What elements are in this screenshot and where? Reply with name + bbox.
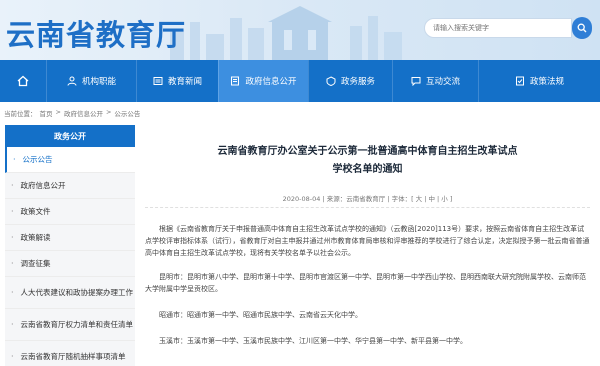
nav-item-policy[interactable]: 政策法规 [478, 60, 600, 102]
site-header: 云南省教育厅 [0, 0, 600, 60]
policy-icon [515, 76, 524, 86]
meta-separator: | [387, 195, 390, 203]
info-icon [231, 76, 240, 86]
breadcrumb: 当前位置： 首页 > 政府信息公开 > 公示公告 [4, 108, 140, 118]
sidebar-item-label: 政府信息公开 [20, 180, 66, 190]
search-input[interactable] [424, 18, 572, 38]
nav-item-label: 机构职能 [81, 77, 116, 87]
bullet-icon: · [11, 233, 14, 242]
article-meta: 2020-08-04 | 来源：云南省教育厅 | 字体：[ 大 | 中 | 小 … [145, 193, 590, 203]
article-paragraph: 昆明市：昆明市第八中学、昆明市第十中学、昆明市官渡区第一中学、昆明市第一中学西山… [145, 273, 586, 293]
sidebar-item-label: 政策文件 [20, 206, 51, 216]
article-paragraph: 根据《云南省教育厅关于申报普通高中体育自主招生改革试点学校的通知》（云教函[20… [145, 225, 590, 257]
sidebar-item-label: 人大代表建议和政协提案办理工作 [20, 287, 134, 297]
font-size-switcher[interactable]: 字体：[ 大 | 中 | 小 ] [392, 195, 453, 203]
nav-item-label: 教育新闻 [167, 77, 202, 87]
sidebar-item-policy-interpretation[interactable]: · 政策解读 [5, 225, 135, 251]
nav-item-service[interactable]: 政务服务 [308, 60, 392, 102]
nav-item-label: 政策法规 [529, 77, 564, 87]
bullet-icon: · [13, 155, 16, 164]
article-title: 云南省教育厅办公室关于公示第一批普通高中体育自主招生改革试点 学校名单的通知 [145, 143, 590, 179]
search-button[interactable] [572, 17, 592, 39]
sidebar-item-notice[interactable]: · 公示公告 [5, 147, 135, 173]
nav-item-label: 政务服务 [340, 77, 375, 87]
service-icon [326, 76, 336, 86]
main-nav: 机构职能 教育新闻 政府信息公开 政务服务 互动交流 政策法规 [0, 60, 600, 102]
sidebar-item-proposals[interactable]: · 人大代表建议和政协提案办理工作 [5, 277, 135, 309]
sidebar-header: 政务公开 [5, 125, 135, 147]
article-title-line: 学校名单的通知 [332, 164, 403, 175]
sidebar: 政务公开 · 公示公告 · 政府信息公开 · 政策文件 · 政策解读 · 调查征… [5, 125, 135, 366]
bullet-icon: · [11, 259, 14, 268]
nav-item-org[interactable]: 机构职能 [46, 60, 136, 102]
breadcrumb-link-info[interactable]: 政府信息公开 [64, 108, 103, 118]
site-title[interactable]: 云南省教育厅 [6, 12, 186, 54]
home-icon [17, 75, 29, 87]
org-icon [67, 76, 77, 86]
chat-icon [411, 77, 421, 86]
article-title-line: 云南省教育厅办公室关于公示第一批普通高中体育自主招生改革试点 [217, 146, 518, 157]
divider [145, 207, 590, 208]
article-paragraph: 昭通市：昭通市第一中学、昭通市民族中学、云南省云天化中学。 [159, 311, 362, 319]
sidebar-item-policy-docs[interactable]: · 政策文件 [5, 199, 135, 225]
bullet-icon: · [11, 320, 14, 329]
breadcrumb-separator: > [105, 108, 112, 116]
news-icon [153, 77, 163, 85]
sidebar-item-random-check[interactable]: · 云南省教育厅随机抽样事项清单 [5, 341, 135, 366]
sidebar-item-label: 公示公告 [22, 154, 53, 164]
bullet-icon: · [11, 181, 14, 190]
article-paragraph: 玉溪市：玉溪市第一中学、玉溪市民族中学、江川区第一中学、华宁县第一中学、新平县第… [159, 337, 467, 345]
sidebar-item-info-disclosure[interactable]: · 政府信息公开 [5, 173, 135, 199]
nav-home-button[interactable] [0, 60, 46, 102]
nav-item-news[interactable]: 教育新闻 [136, 60, 218, 102]
nav-item-label: 互动交流 [425, 77, 460, 87]
article-date: 2020-08-04 [282, 195, 321, 203]
breadcrumb-link-home[interactable]: 首页 [40, 108, 53, 118]
nav-item-info[interactable]: 政府信息公开 [218, 60, 308, 102]
bullet-icon: · [11, 352, 14, 361]
sidebar-item-survey[interactable]: · 调查征集 [5, 251, 135, 277]
nav-item-chat[interactable]: 互动交流 [392, 60, 478, 102]
article-source: 来源：云南省教育厅 [326, 195, 386, 203]
sidebar-item-label: 云南省教育厅权力清单和责任清单 [20, 319, 134, 329]
search-icon [577, 23, 587, 33]
city-skyline-graphic [170, 6, 402, 60]
breadcrumb-prefix: 当前位置： [4, 110, 37, 118]
meta-separator: | [322, 195, 325, 203]
sidebar-item-label: 云南省教育厅随机抽样事项清单 [20, 351, 126, 361]
bullet-icon: · [11, 207, 14, 216]
breadcrumb-separator: > [55, 108, 61, 116]
sidebar-item-label: 调查征集 [20, 258, 51, 268]
bullet-icon: · [11, 288, 14, 297]
breadcrumb-current: 公示公告 [114, 110, 141, 118]
nav-item-label: 政府信息公开 [245, 77, 297, 87]
sidebar-item-label: 政策解读 [20, 232, 51, 242]
sidebar-item-power-list[interactable]: · 云南省教育厅权力清单和责任清单 [5, 309, 135, 341]
